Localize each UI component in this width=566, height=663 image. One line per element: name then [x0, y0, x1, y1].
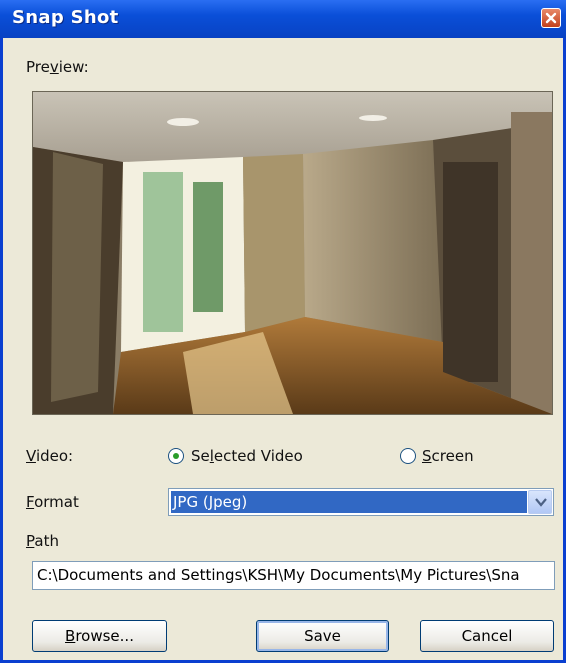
preview-photo [33, 92, 552, 414]
title-bar[interactable]: Snap Shot [0, 0, 566, 38]
close-button[interactable] [541, 8, 561, 28]
video-label: Video: [26, 447, 74, 465]
chevron-down-icon [535, 498, 547, 507]
preview-image [32, 91, 553, 415]
browse-button[interactable]: Browse... [32, 620, 167, 652]
preview-label: Preview: [26, 58, 89, 76]
selected-video-option-label[interactable]: Selected Video [191, 447, 303, 465]
window-title: Snap Shot [12, 7, 119, 28]
format-dropdown[interactable]: JPG (Jpeg) [168, 488, 554, 516]
screen-option-label[interactable]: Screen [422, 447, 474, 465]
cancel-button[interactable]: Cancel [420, 620, 554, 652]
close-icon [545, 12, 557, 24]
save-button[interactable]: Save [256, 620, 389, 652]
snapshot-dialog: Snap Shot Preview: Video: Selected Video… [0, 0, 566, 663]
screen-radio[interactable] [400, 448, 416, 464]
path-label: Path [26, 532, 59, 550]
dropdown-arrow-button[interactable] [528, 490, 552, 514]
format-selected-value: JPG (Jpeg) [171, 491, 527, 513]
radio-selected-dot [173, 453, 179, 459]
selected-video-radio[interactable] [168, 448, 184, 464]
format-label: Format [26, 493, 79, 511]
path-field[interactable]: C:\Documents and Settings\KSH\My Documen… [32, 561, 555, 590]
